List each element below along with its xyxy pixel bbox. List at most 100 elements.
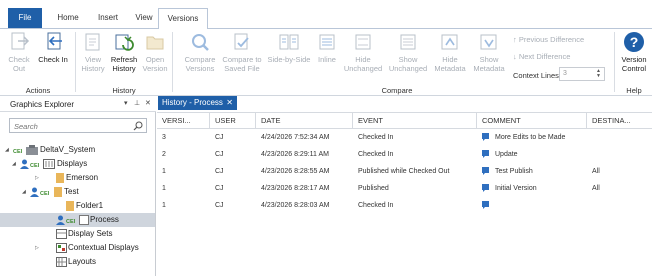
cell-user: CJ — [215, 202, 224, 209]
previous-difference-button[interactable]: ↑ Previous Difference — [513, 35, 584, 44]
refresh-history-button[interactable]: Refresh History — [109, 31, 139, 73]
open-version-label: Open Version — [142, 55, 168, 73]
table-row[interactable]: 1 CJ 4/23/2026 8:28:55 AM Published whil… — [157, 163, 652, 180]
document-tab-strip: History - Process ✕ — [157, 96, 652, 110]
check-out-icon — [11, 32, 30, 50]
tab-history-process[interactable]: History - Process ✕ — [158, 96, 237, 110]
compare-versions-icon — [192, 34, 209, 51]
side-by-side-button[interactable]: Side-by-Side — [266, 31, 312, 64]
spin-arrows-icon[interactable]: ▲ ▼ — [596, 69, 602, 79]
group-label-history: History — [112, 86, 136, 95]
explorer-title: Graphics Explorer — [10, 100, 75, 109]
column-header-user[interactable]: USER — [210, 113, 256, 128]
grid-header: VERSI... USER DATE EVENT COMMENT DESTINA… — [157, 112, 652, 129]
close-icon[interactable]: ✕ — [226, 96, 233, 110]
column-header-comment[interactable]: COMMENT — [477, 113, 587, 128]
tree-item-displays[interactable]: ◢ CEI Displays — [0, 157, 155, 171]
expanded-icon[interactable]: ◢ — [22, 185, 26, 199]
system-icon — [26, 145, 38, 155]
tree-item-process[interactable]: CEI Process — [0, 213, 155, 227]
next-difference-button[interactable]: ↓ Next Difference — [513, 52, 570, 61]
search-icon[interactable] — [133, 121, 143, 131]
show-metadata-button[interactable]: Show Metadata — [470, 31, 508, 73]
hide-unchanged-label: Hide Unchanged — [343, 55, 383, 73]
column-header-date[interactable]: DATE — [256, 113, 353, 128]
context-lines-stepper[interactable]: 3 ▲ ▼ — [559, 67, 605, 81]
tab-insert[interactable]: Insert — [92, 8, 124, 29]
tab-home[interactable]: Home — [52, 8, 84, 29]
expanded-icon[interactable]: ◢ — [12, 157, 16, 171]
graphics-explorer-panel: Graphics Explorer ▾ ⊥ ✕ ◢ CEI DeltaV_Sys… — [0, 96, 156, 276]
table-row[interactable]: 1 CJ 4/23/2026 8:28:17 AM Published Init… — [157, 180, 652, 197]
open-version-button[interactable]: Open Version — [141, 31, 169, 73]
comment-icon — [482, 150, 489, 159]
compare-saved-icon — [234, 33, 249, 50]
group-separator — [614, 32, 615, 92]
cell-date: 4/23/2026 8:29:11 AM — [261, 151, 329, 158]
show-unchanged-button[interactable]: Show Unchanged — [386, 31, 430, 73]
cell-comment — [477, 197, 587, 214]
check-out-button[interactable]: Check Out — [6, 31, 32, 73]
explorer-search — [9, 118, 147, 133]
tree-item-folder1[interactable]: Folder1 — [0, 199, 155, 213]
history-grid: VERSI... USER DATE EVENT COMMENT DESTINA… — [157, 110, 652, 276]
hide-unchanged-button[interactable]: Hide Unchanged — [342, 31, 384, 73]
help-icon: ? — [624, 32, 644, 52]
tree-item-emerson[interactable]: ▷ Emerson — [0, 171, 155, 185]
version-control-help-button[interactable]: ? Version Control — [617, 31, 651, 73]
show-metadata-label: Show Metadata — [473, 55, 505, 73]
tab-versions[interactable]: Versions — [158, 8, 208, 29]
show-unchanged-label: Show Unchanged — [388, 55, 428, 73]
version-control-label: Version Control — [621, 55, 647, 73]
comment-text: Initial Version — [495, 185, 537, 192]
column-header-event[interactable]: EVENT — [353, 113, 477, 128]
hide-metadata-button[interactable]: Hide Metadata — [432, 31, 468, 73]
table-row[interactable]: 1 CJ 4/23/2026 8:28:03 AM Checked In — [157, 197, 652, 214]
show-metadata-icon — [480, 34, 497, 50]
search-input[interactable] — [14, 121, 132, 131]
cell-date: 4/24/2026 7:52:34 AM — [261, 134, 330, 141]
group-label-help: Help — [626, 86, 642, 95]
cell-version: 1 — [162, 185, 166, 192]
tree-item-test[interactable]: ◢ CEI Test — [0, 185, 155, 199]
close-icon[interactable]: ✕ — [145, 99, 151, 107]
user-icon — [20, 159, 29, 169]
cell-user: CJ — [215, 134, 224, 141]
cell-destination: All — [592, 185, 600, 192]
column-header-destination[interactable]: DESTINA... — [587, 113, 652, 128]
table-row[interactable]: 2 CJ 4/23/2026 8:29:11 AM Checked In Upd… — [157, 146, 652, 163]
collapsed-icon[interactable]: ▷ — [35, 241, 39, 255]
compare-saved-label: Compare to Saved File — [222, 55, 262, 73]
tree-item-deltav-system[interactable]: ◢ CEI DeltaV_System — [0, 143, 155, 157]
cell-event: Checked In — [358, 134, 394, 141]
tab-view[interactable]: View — [130, 8, 158, 29]
cell-event: Published — [358, 185, 389, 192]
compare-saved-button[interactable]: Compare to Saved File — [221, 31, 263, 73]
tab-file[interactable]: File — [8, 8, 42, 29]
compare-versions-button[interactable]: Compare Versions — [182, 31, 218, 73]
refresh-history-icon — [115, 34, 134, 51]
dropdown-icon[interactable]: ▾ — [124, 99, 128, 107]
inline-button[interactable]: Inline — [314, 31, 340, 64]
pin-icon[interactable]: ⊥ — [134, 99, 140, 107]
tree-item-label: Folder1 — [76, 201, 104, 210]
tree-item-layouts[interactable]: Layouts — [0, 255, 155, 269]
view-history-button[interactable]: View History — [78, 31, 108, 73]
table-row[interactable]: 3 CJ 4/24/2026 7:52:34 AM Checked In Mor… — [157, 129, 652, 146]
expanded-icon[interactable]: ◢ — [5, 143, 9, 157]
previous-difference-label: Previous Difference — [518, 35, 585, 44]
collapsed-icon[interactable]: ▷ — [35, 171, 39, 185]
tree-item-label: Process — [90, 215, 119, 224]
display-sets-icon — [56, 229, 67, 239]
column-header-version[interactable]: VERSI... — [157, 113, 210, 128]
cell-version: 1 — [162, 202, 166, 209]
displays-icon — [43, 159, 55, 169]
check-in-button[interactable]: Check In — [38, 31, 68, 64]
check-out-label: Check Out — [8, 55, 30, 73]
group-label-actions: Actions — [25, 86, 51, 95]
tree-item-contextual-displays[interactable]: ▷ Contextual Displays — [0, 241, 155, 255]
tree-item-display-sets[interactable]: Display Sets — [0, 227, 155, 241]
ribbon-tab-bar: File Home Insert View Versions — [0, 0, 652, 29]
context-lines-value: 3 — [563, 70, 567, 77]
inline-icon — [319, 34, 335, 50]
